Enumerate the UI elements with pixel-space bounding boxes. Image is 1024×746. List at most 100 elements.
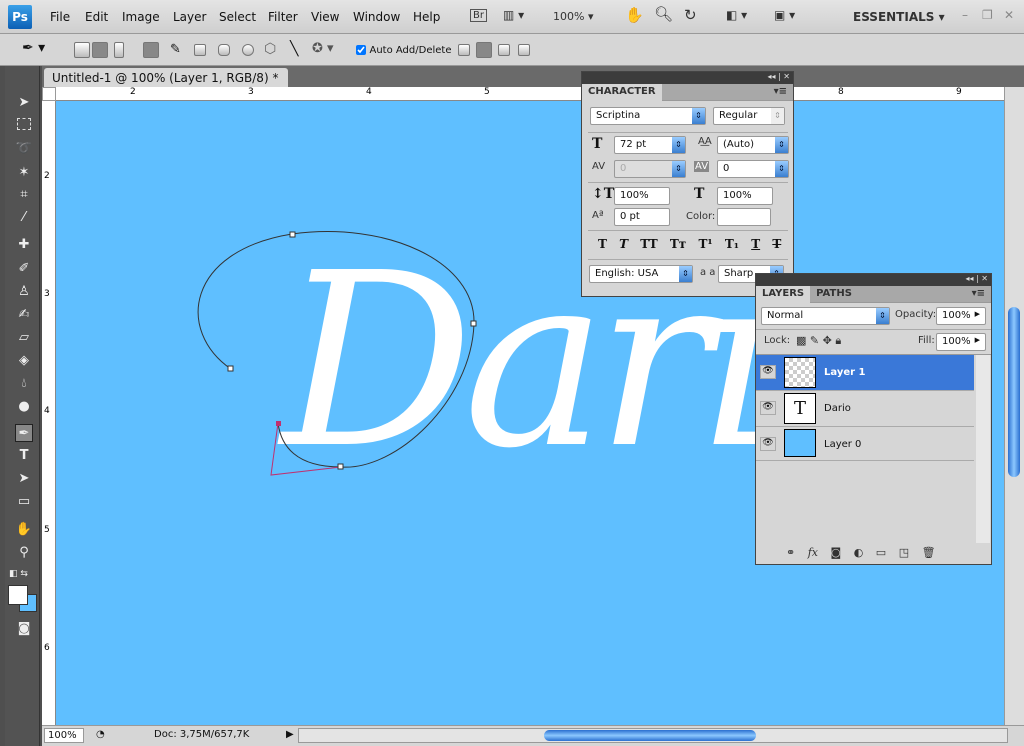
hand-tool-icon[interactable]: ✋ [625, 6, 644, 24]
anchor-point[interactable] [337, 463, 344, 470]
status-menu-arrow[interactable]: ▶ [286, 729, 294, 740]
menu-layer[interactable]: Layer [173, 10, 206, 24]
brush-tool-icon[interactable]: ✐ [15, 260, 33, 278]
strikethrough-button[interactable]: T [772, 237, 781, 251]
pen-button[interactable] [143, 42, 159, 58]
rotate-view-icon[interactable]: ↻ [684, 6, 697, 24]
path-subtract-button[interactable] [476, 42, 492, 58]
foreground-color-swatch[interactable] [8, 585, 28, 605]
tracking-field[interactable]: 0 ⇕ [717, 160, 789, 178]
close-button[interactable]: ✕ [1004, 8, 1014, 22]
zoom-tool-icon[interactable]: ⚲ [15, 544, 33, 562]
vertical-scale-field[interactable]: 100% [614, 187, 670, 205]
horizontal-scroll-thumb[interactable] [544, 730, 756, 741]
eraser-icon[interactable]: ▱ [15, 329, 33, 347]
tab-paths[interactable]: PATHS [810, 286, 858, 303]
layer-row-layer-1[interactable]: 👁︎ Layer 1 [756, 355, 974, 391]
layer-row-layer-0[interactable]: 👁︎ Layer 0 [756, 427, 974, 461]
lasso-tool-icon[interactable]: ➰ [15, 140, 33, 158]
custom-shape-icon[interactable]: ✪ ▾ [312, 41, 334, 56]
marquee-tool-icon[interactable] [17, 118, 31, 130]
anchor-point[interactable] [470, 320, 477, 327]
move-tool-icon[interactable]: ➤ [15, 94, 33, 112]
vertical-ruler[interactable]: 2 3 4 5 6 [42, 101, 56, 725]
add-mask-icon[interactable]: ◙ [831, 546, 842, 559]
shape-layers-button[interactable] [74, 42, 90, 58]
screen-mode-icon[interactable]: ▣ ▾ [774, 8, 795, 22]
shape-tool-icon[interactable]: ▭ [15, 493, 33, 511]
menu-image[interactable]: Image [122, 10, 160, 24]
blur-tool-icon[interactable]: 💧︎ [15, 375, 33, 393]
anchor-point[interactable] [227, 365, 234, 372]
font-family-dropdown[interactable]: Scriptina ⇕ [590, 107, 706, 125]
arrange-documents-icon[interactable]: ◧ ▾ [726, 8, 747, 22]
collapse-close-icons[interactable]: ◂◂ | ✕ [767, 72, 790, 81]
workspace-switcher[interactable]: ESSENTIALS ▾ [853, 10, 945, 24]
pen-tool-preset-icon[interactable]: ✒ ▾ [22, 40, 45, 56]
opacity-field[interactable]: 100% ▶ [936, 307, 986, 325]
visibility-eye-icon[interactable]: 👁︎ [760, 437, 776, 451]
opacity-slider-arrow[interactable]: ▶ [975, 310, 980, 318]
all-caps-button[interactable]: TT [640, 237, 657, 251]
fx-icon[interactable]: fx [808, 546, 818, 559]
path-intersect-button[interactable] [498, 44, 510, 56]
tab-layers[interactable]: LAYERS [756, 286, 811, 303]
delete-layer-icon[interactable]: 🗑︎ [922, 546, 936, 559]
faux-italic-button[interactable]: T [619, 237, 628, 251]
font-size-field[interactable]: 72 pt ⇕ [614, 136, 686, 154]
collapse-close-icons[interactable]: ◂◂ | ✕ [965, 274, 988, 283]
magic-wand-icon[interactable]: ✶ [15, 164, 33, 182]
zoom-level-dropdown[interactable]: 100% ▾ [553, 10, 593, 23]
path-exclude-button[interactable] [518, 44, 530, 56]
superscript-button[interactable]: T¹ [698, 237, 712, 251]
horizontal-scrollbar[interactable] [298, 728, 1008, 743]
kerning-field[interactable]: 0 ⇕ [614, 160, 686, 178]
horizontal-scale-field[interactable]: 100% [717, 187, 773, 205]
layer-row-dario[interactable]: 👁︎ T Dario [756, 391, 974, 427]
quick-mask-icon[interactable]: ◙ [15, 620, 33, 638]
new-group-icon[interactable]: ▭ [876, 546, 886, 559]
layers-scrollbar[interactable] [976, 355, 990, 543]
restore-button[interactable]: ❐ [982, 8, 993, 22]
pen-tool-icon[interactable]: ✒ [15, 424, 33, 442]
minimize-button[interactable]: – [962, 8, 968, 22]
font-style-dropdown[interactable]: Regular ⇕ [713, 107, 785, 125]
view-extras-icon[interactable]: ▥ ▾ [503, 8, 524, 22]
document-tab[interactable]: Untitled-1 @ 100% (Layer 1, RGB/8) * ✕ [44, 68, 288, 99]
paint-bucket-icon[interactable]: ◈ [15, 352, 33, 370]
status-zoom[interactable]: 100% [44, 728, 84, 743]
clone-stamp-icon[interactable]: ♙ [15, 283, 33, 301]
vertical-scroll-thumb[interactable] [1008, 307, 1020, 477]
tab-character[interactable]: CHARACTER [582, 84, 662, 101]
blend-mode-dropdown[interactable]: Normal ⇕ [761, 307, 890, 325]
crop-tool-icon[interactable]: ⌗ [15, 186, 33, 204]
menu-edit[interactable]: Edit [85, 10, 108, 24]
language-dropdown[interactable]: English: USA ⇕ [589, 265, 693, 283]
ellipse-tool-button[interactable] [242, 44, 254, 56]
menu-file[interactable]: File [50, 10, 70, 24]
leading-field[interactable]: (Auto) ⇕ [717, 136, 789, 154]
freeform-pen-icon[interactable]: ✎ [170, 42, 181, 57]
link-layers-icon[interactable]: ⚭ [786, 546, 795, 559]
menu-help[interactable]: Help [413, 10, 440, 24]
vertical-scrollbar[interactable] [1004, 87, 1024, 725]
polygon-tool-icon[interactable]: ⬡ [264, 41, 276, 57]
healing-brush-icon[interactable]: ✚ [15, 236, 33, 254]
visibility-eye-icon[interactable]: 👁︎ [760, 401, 776, 415]
type-tool-icon[interactable]: T [15, 447, 33, 465]
new-layer-icon[interactable]: ◳ [899, 546, 909, 559]
subscript-button[interactable]: T₁ [725, 237, 739, 251]
history-brush-icon[interactable]: ✍ [15, 306, 33, 324]
anchor-point[interactable] [289, 231, 296, 238]
text-color-swatch[interactable] [717, 208, 771, 226]
path-selection-icon[interactable]: ➤ [15, 470, 33, 488]
eyedropper-icon[interactable]: ⁄ [15, 209, 33, 227]
underline-button[interactable]: T [751, 237, 760, 251]
paths-button[interactable] [92, 42, 108, 58]
panel-menu-icon[interactable]: ▾≡ [966, 286, 991, 303]
small-caps-button[interactable]: Tт [670, 237, 686, 251]
fill-slider-arrow[interactable]: ▶ [975, 336, 980, 344]
rounded-rectangle-tool-button[interactable] [218, 44, 230, 56]
faux-bold-button[interactable]: T [598, 237, 607, 251]
menu-select[interactable]: Select [219, 10, 256, 24]
